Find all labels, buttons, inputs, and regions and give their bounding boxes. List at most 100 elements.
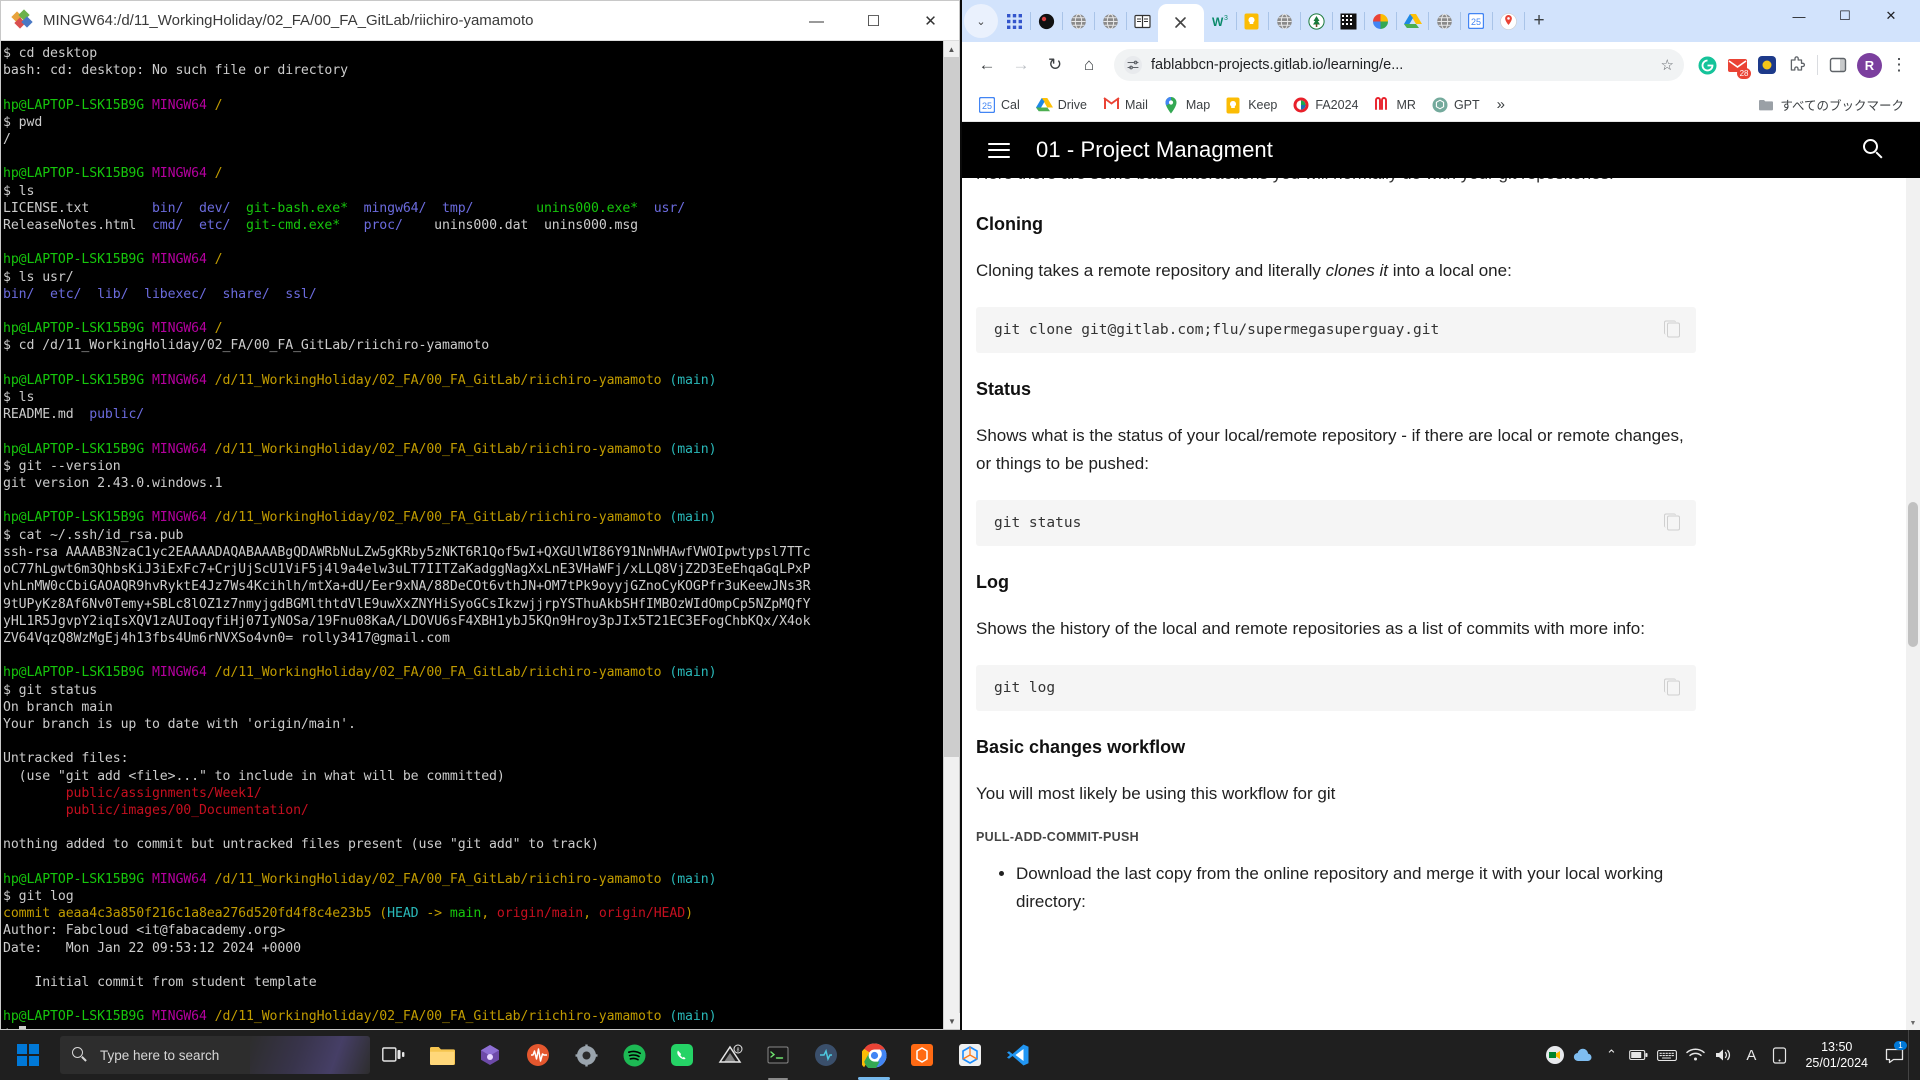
address-bar-url[interactable]: fablabbcn-projects.gitlab.io/learning/e.… xyxy=(1151,57,1661,73)
page-viewport[interactable]: 01 - Project Managment Here there are so… xyxy=(962,122,1920,1030)
battery-icon[interactable] xyxy=(1625,1030,1653,1080)
bookmark-drive[interactable]: Drive xyxy=(1029,92,1094,118)
back-button[interactable]: ← xyxy=(970,48,1004,82)
site-settings-icon[interactable] xyxy=(1124,56,1142,74)
tab-book-tab[interactable] xyxy=(1126,4,1159,38)
terminal-scroll-thumb[interactable] xyxy=(944,57,960,757)
tab-tree-tab[interactable] xyxy=(1300,4,1333,38)
git-bash-window[interactable]: MINGW64:/d/11_WorkingHoliday/02_FA/00_FA… xyxy=(0,0,960,1030)
tab-keep-tab[interactable] xyxy=(1236,4,1269,38)
home-button[interactable]: ⌂ xyxy=(1072,48,1106,82)
tab-drive-tab[interactable] xyxy=(1396,4,1429,38)
bookmark-folder-all[interactable]: すべてのブックマーク xyxy=(1751,92,1908,118)
page-scroll-thumb[interactable] xyxy=(1908,502,1918,647)
search-icon[interactable] xyxy=(1862,138,1886,162)
language-indicator[interactable]: A xyxy=(1737,1030,1765,1080)
taskbar-kicad[interactable] xyxy=(802,1030,850,1080)
spotify-icon xyxy=(623,1044,646,1067)
meet-icon[interactable] xyxy=(1541,1030,1569,1080)
terminal-scroll-down[interactable]: ▼ xyxy=(944,1013,960,1029)
taskbar-fusion[interactable] xyxy=(946,1030,994,1080)
tab-dark-tab[interactable] xyxy=(1030,4,1063,38)
terminal-minimize-button[interactable]: — xyxy=(788,1,845,41)
taskbar-chrome[interactable] xyxy=(850,1030,898,1080)
tab-photos-tab[interactable] xyxy=(1364,4,1397,38)
tab-grid-tab[interactable] xyxy=(998,4,1031,38)
tab-globe-tab-1[interactable] xyxy=(1062,4,1095,38)
taskbar-search-box[interactable]: Type here to search xyxy=(60,1036,370,1074)
tab-calendar-tab[interactable]: 25 xyxy=(1460,4,1493,38)
tablet-mode-icon[interactable] xyxy=(1765,1030,1793,1080)
taskbar-settings[interactable] xyxy=(562,1030,610,1080)
terminal-scroll-up[interactable]: ▲ xyxy=(944,41,959,57)
chrome-maximize-button[interactable]: ☐ xyxy=(1822,0,1868,32)
cloud-icon[interactable] xyxy=(1569,1030,1597,1080)
taskbar-git-bash[interactable] xyxy=(754,1030,802,1080)
terminal-segment: (main) xyxy=(669,372,717,388)
tab-w3-tab[interactable]: W3 xyxy=(1204,4,1237,38)
bookmark-keep[interactable]: Keep xyxy=(1219,92,1284,118)
page-scroll-down[interactable]: ▼ xyxy=(1906,1016,1920,1030)
page-scrollbar[interactable]: ▲ ▼ xyxy=(1906,122,1920,1030)
taskbar-vscode[interactable] xyxy=(994,1030,1042,1080)
bookmark-star-icon[interactable]: ☆ xyxy=(1661,56,1674,74)
side-panel-icon[interactable] xyxy=(1823,50,1853,80)
bookmarks-overflow-button[interactable]: » xyxy=(1489,96,1513,113)
taskbar-file-explorer[interactable] xyxy=(418,1030,466,1080)
taskbar-store[interactable] xyxy=(466,1030,514,1080)
copy-icon[interactable] xyxy=(1664,513,1680,531)
bookmark-gpt[interactable]: GPT xyxy=(1425,92,1487,118)
tab-active-tab[interactable] xyxy=(1158,4,1204,42)
chrome-close-button[interactable]: ✕ xyxy=(1868,0,1914,32)
copy-icon[interactable] xyxy=(1664,320,1680,338)
start-button[interactable] xyxy=(0,1030,56,1080)
bookmark-map[interactable]: Map xyxy=(1157,92,1217,118)
forward-button[interactable]: → xyxy=(1004,48,1038,82)
bookmark-mail[interactable]: Mail xyxy=(1096,92,1155,118)
bookmark-fa2024[interactable]: FA2024 xyxy=(1286,92,1365,118)
new-tab-button[interactable]: + xyxy=(1524,6,1554,36)
extensions-puzzle-icon[interactable] xyxy=(1782,50,1812,80)
terminal-prompt-line[interactable]: $ xyxy=(3,1025,959,1029)
profile-avatar[interactable]: R xyxy=(1857,52,1882,78)
taskbar-prusa[interactable] xyxy=(898,1030,946,1080)
wifi-icon[interactable] xyxy=(1681,1030,1709,1080)
terminal-output-area[interactable]: $ cd desktop bash: cd: desktop: No such f… xyxy=(1,41,959,1029)
tab-search-chevron-icon[interactable]: ⌄ xyxy=(964,4,998,38)
copy-icon[interactable] xyxy=(1664,678,1680,696)
chrome-minimize-button[interactable]: — xyxy=(1776,0,1822,32)
taskbar-whatsapp[interactable] xyxy=(658,1030,706,1080)
chrome-menu-button[interactable]: ⋮ xyxy=(1886,55,1912,75)
terminal-segment: (use "git add <file>..." to include in w… xyxy=(3,768,505,784)
notification-center-button[interactable]: 1 xyxy=(1880,1030,1908,1080)
terminal-titlebar[interactable]: MINGW64:/d/11_WorkingHoliday/02_FA/00_FA… xyxy=(1,1,959,41)
mail-extension-icon[interactable]: 28 xyxy=(1722,50,1752,80)
volume-icon[interactable] xyxy=(1709,1030,1737,1080)
chrome-window[interactable]: ⌄ W 3 25 + — ☐ ✕ ← → ↻ ⌂ fablabbcn-project… xyxy=(962,0,1920,1030)
tray-chevron-icon[interactable]: ⌃ xyxy=(1597,1030,1625,1080)
bookmark-mr[interactable]: MR xyxy=(1367,92,1422,118)
tab-maps-tab[interactable] xyxy=(1492,4,1525,38)
reload-button[interactable]: ↻ xyxy=(1038,48,1072,82)
tab-globe-tab-4[interactable] xyxy=(1428,4,1461,38)
keyboard-icon[interactable] xyxy=(1653,1030,1681,1080)
terminal-maximize-button[interactable]: ☐ xyxy=(845,1,902,41)
taskbar-autodesk[interactable]: 8 xyxy=(706,1030,754,1080)
blue-extension-icon[interactable] xyxy=(1752,50,1782,80)
hamburger-icon[interactable] xyxy=(988,138,1010,162)
terminal-scrollbar[interactable]: ▲ ▼ xyxy=(943,41,960,1029)
terminal-segment: MINGW64 xyxy=(151,97,215,113)
tab-globe-tab-2[interactable] xyxy=(1094,4,1127,38)
tab-globe-tab-3[interactable] xyxy=(1268,4,1301,38)
taskbar-audacity[interactable] xyxy=(514,1030,562,1080)
taskbar-spotify[interactable] xyxy=(610,1030,658,1080)
taskbar-task-view[interactable] xyxy=(370,1030,418,1080)
grammarly-extension-icon[interactable] xyxy=(1692,50,1722,80)
address-bar[interactable]: fablabbcn-projects.gitlab.io/learning/e.… xyxy=(1114,49,1684,81)
taskbar-clock[interactable]: 13:50 25/01/2024 xyxy=(1793,1039,1880,1071)
tab-film-tab[interactable] xyxy=(1332,4,1365,38)
bookmark-cal[interactable]: 25 Cal xyxy=(972,92,1027,118)
terminal-close-button[interactable]: ✕ xyxy=(902,1,959,41)
show-desktop-button[interactable] xyxy=(1908,1030,1916,1080)
